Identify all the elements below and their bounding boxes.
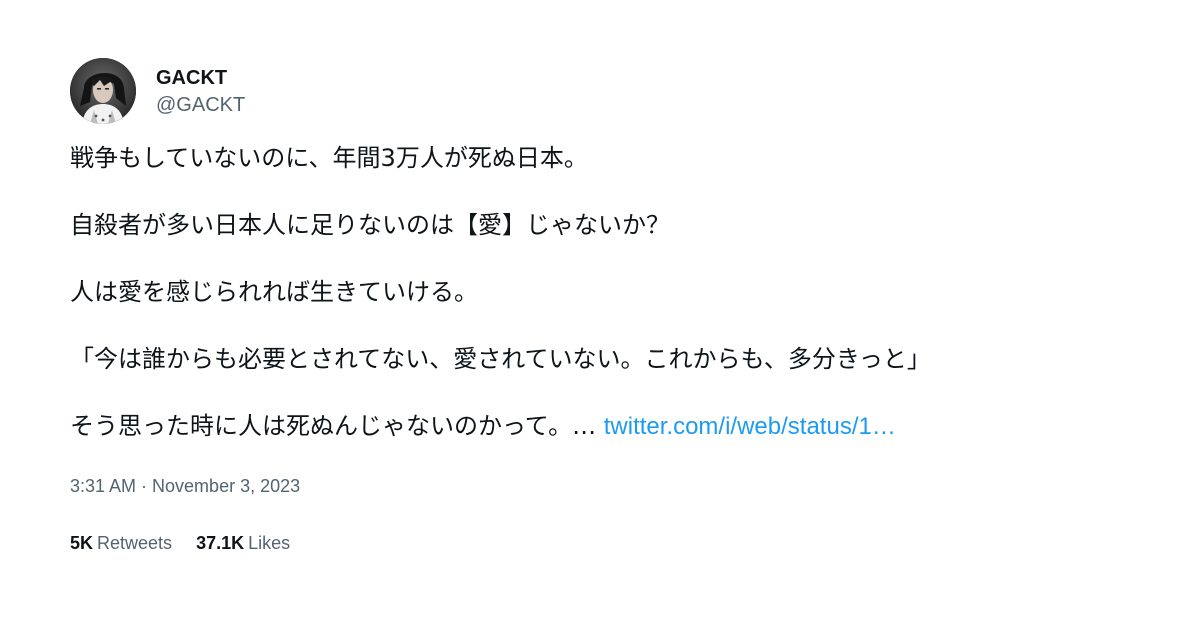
tweet-text: 戦争もしていないのに、年間3万人が死ぬ日本。 自殺者が多い日本人に足りないのは【… [70,142,1130,443]
tweet-stats: 5K Retweets 37.1K Likes [70,532,1130,554]
author-identity: GACKT @GACKT [156,66,245,117]
avatar[interactable] [70,58,136,124]
tweet-line-5-text: そう思った時に人は死ぬんじゃないのかって。… [70,412,597,440]
author-display-name[interactable]: GACKT [156,66,245,90]
tweet-link[interactable]: twitter.com/i/web/status/1… [604,413,896,440]
likes-label: Likes [248,533,291,553]
tweet-line-3: 人は愛を感じられれば生きていける。 [70,278,478,306]
tweet-header: GACKT @GACKT [70,58,1130,124]
likes-count: 37.1K [196,533,245,553]
tweet-timestamp[interactable]: 3:31 AM · November 3, 2023 [70,475,1130,497]
likes-stat[interactable]: 37.1K Likes [196,532,290,554]
tweet-line-2: 自殺者が多い日本人に足りないのは【愛】じゃないか？ [70,211,670,239]
tweet-card: GACKT @GACKT 戦争もしていないのに、年間3万人が死ぬ日本。 自殺者が… [70,58,1130,554]
tweet-line-4: 「今は誰からも必要とされてない、愛されていない。これからも、多分きっと」 [70,345,931,373]
author-handle[interactable]: @GACKT [156,93,245,117]
tweet-line-5: そう思った時に人は死ぬんじゃないのかって。… twitter.com/i/web… [70,410,1130,443]
avatar-photo-icon [70,58,136,124]
retweets-stat[interactable]: 5K Retweets [70,532,172,554]
retweets-count: 5K [70,533,94,553]
tweet-line-1: 戦争もしていないのに、年間3万人が死ぬ日本。 [70,144,588,172]
retweets-label: Retweets [97,533,173,553]
